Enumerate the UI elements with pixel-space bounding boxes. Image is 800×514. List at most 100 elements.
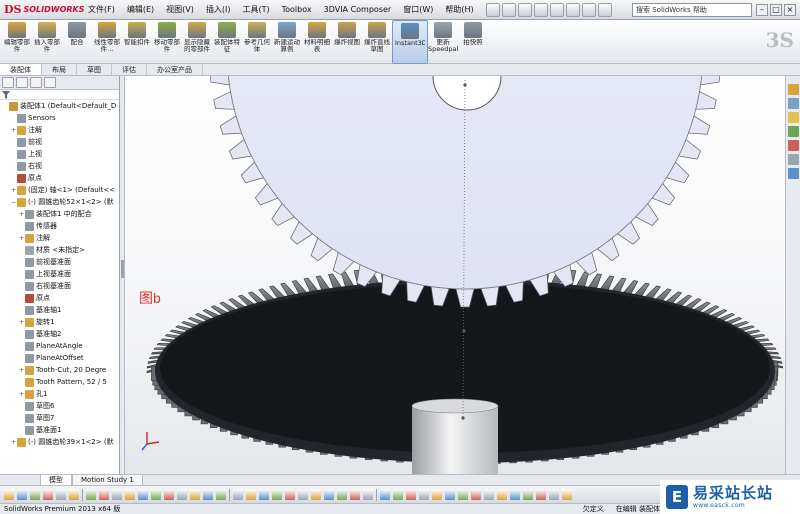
command-button[interactable]: 材料明细表 [302, 20, 332, 64]
design-library-icon[interactable] [787, 98, 799, 109]
sketch-tool-icon[interactable] [497, 489, 507, 500]
splitter-grip[interactable] [121, 260, 124, 278]
sketch-tool-icon[interactable] [17, 489, 27, 500]
file-explorer-icon[interactable] [787, 112, 799, 123]
tree-item[interactable]: + Tooth-Cut, 20 Degre [0, 364, 119, 376]
sketch-tool-icon[interactable] [177, 489, 187, 500]
sketch-tool-icon[interactable] [562, 489, 572, 500]
sketch-tool-icon[interactable] [86, 489, 96, 500]
graphics-area[interactable]: 图b [125, 76, 785, 474]
tree-item[interactable]: + 旋转1 [0, 316, 119, 328]
tree-item[interactable]: 上视 [0, 148, 119, 160]
sketch-tool-icon[interactable] [337, 489, 347, 500]
tree-item[interactable]: 基准轴2 [0, 328, 119, 340]
close-button[interactable]: × [784, 3, 796, 16]
print-icon[interactable] [533, 2, 548, 17]
sketch-tool-icon[interactable] [190, 489, 200, 500]
command-tab[interactable]: 草图 [77, 64, 112, 75]
command-button[interactable]: 拍快照 [458, 20, 488, 64]
sketch-tool-icon[interactable] [406, 489, 416, 500]
tree-item[interactable]: 上视基准面 [0, 268, 119, 280]
sketch-tool-icon[interactable] [419, 489, 429, 500]
expand-toggle-icon[interactable]: + [18, 211, 25, 218]
gear-assembly-model[interactable] [125, 76, 785, 474]
tree-item[interactable]: + 装配体1 中的配合 [0, 208, 119, 220]
command-button[interactable]: Instant3D [392, 20, 428, 64]
sketch-tool-icon[interactable] [393, 489, 403, 500]
property-manager-tab-icon[interactable] [16, 77, 28, 88]
tree-item[interactable]: 原点 [0, 172, 119, 184]
tab-model[interactable]: 模型 [40, 474, 72, 486]
rebuild-traffic-light-icon[interactable] [581, 2, 596, 17]
command-button[interactable]: 更新 Speedpak [428, 20, 458, 64]
command-button[interactable]: 参考几何体 [242, 20, 272, 64]
app-logo[interactable]: DS SOLIDWORKS [0, 0, 85, 20]
display-manager-tab-icon[interactable] [44, 77, 56, 88]
expand-toggle-icon[interactable]: − [10, 199, 17, 206]
menu-item[interactable]: 插入(I) [200, 0, 237, 20]
tree-item[interactable]: 传感器 [0, 220, 119, 232]
tree-item[interactable]: + 注解 [0, 232, 119, 244]
tree-item[interactable]: 基准轴1 [0, 304, 119, 316]
tree-item[interactable]: 前视基准面 [0, 256, 119, 268]
sketch-tool-icon[interactable] [484, 489, 494, 500]
configuration-manager-tab-icon[interactable] [30, 77, 42, 88]
command-button[interactable]: 爆炸视图 [332, 20, 362, 64]
custom-properties-icon[interactable] [787, 154, 799, 165]
command-button[interactable]: 智能扣件 [122, 20, 152, 64]
tree-filter[interactable] [0, 90, 119, 100]
view-palette-icon[interactable] [787, 126, 799, 137]
command-tab[interactable]: 布局 [42, 64, 77, 75]
sketch-tool-icon[interactable] [246, 489, 256, 500]
sketch-tool-icon[interactable] [233, 489, 243, 500]
command-button[interactable]: 配合 [62, 20, 92, 64]
sketch-tool-icon[interactable] [350, 489, 360, 500]
feature-tree-tab-icon[interactable] [2, 77, 14, 88]
sketch-tool-icon[interactable] [471, 489, 481, 500]
sketch-tool-icon[interactable] [285, 489, 295, 500]
tree-item[interactable]: 右视基准面 [0, 280, 119, 292]
tree-item[interactable]: PlaneAtAngle [0, 340, 119, 352]
sketch-tool-icon[interactable] [43, 489, 53, 500]
command-button[interactable]: 线性零部件... [92, 20, 122, 64]
expand-toggle-icon[interactable]: + [10, 439, 17, 446]
open-folder-icon[interactable] [501, 2, 516, 17]
command-button[interactable]: 插入零部件 [32, 20, 62, 64]
command-button[interactable]: 新建运动算例 [272, 20, 302, 64]
command-button[interactable]: 移动零部件 [152, 20, 182, 64]
sketch-tool-icon[interactable] [311, 489, 321, 500]
sketch-tool-icon[interactable] [445, 489, 455, 500]
tab-motion-study[interactable]: Motion Study 1 [72, 474, 143, 486]
tree-item[interactable]: − (-) 圆锥齿轮52×1<2> (默 [0, 196, 119, 208]
menu-item[interactable]: 工具(T) [236, 0, 275, 20]
tree-item[interactable]: 前视 [0, 136, 119, 148]
sketch-tool-icon[interactable] [151, 489, 161, 500]
sketch-tool-icon[interactable] [4, 489, 14, 500]
tree-item[interactable]: + 孔1 [0, 388, 119, 400]
menu-item[interactable]: 视图(V) [160, 0, 200, 20]
select-arrow-icon[interactable] [565, 2, 580, 17]
expand-toggle-icon[interactable]: + [18, 319, 25, 326]
sketch-tool-icon[interactable] [432, 489, 442, 500]
command-button[interactable]: 编辑零部件 [2, 20, 32, 64]
save-icon[interactable] [517, 2, 532, 17]
restore-button[interactable]: □ [770, 3, 782, 16]
sketch-tool-icon[interactable] [510, 489, 520, 500]
menu-item[interactable]: 3DVIA Composer [318, 0, 398, 20]
command-button[interactable]: 爆炸直线草图 [362, 20, 392, 64]
menu-item[interactable]: 帮助(H) [439, 0, 479, 20]
sketch-tool-icon[interactable] [56, 489, 66, 500]
command-button[interactable]: 显示隐藏的零部件 [182, 20, 212, 64]
tree-item[interactable]: 右视 [0, 160, 119, 172]
minimize-button[interactable]: – [756, 3, 768, 16]
sketch-tool-icon[interactable] [324, 489, 334, 500]
sketch-tool-icon[interactable] [125, 489, 135, 500]
sketch-tool-icon[interactable] [99, 489, 109, 500]
expand-toggle-icon[interactable]: + [10, 127, 17, 134]
new-document-icon[interactable] [485, 2, 500, 17]
sketch-tool-icon[interactable] [138, 489, 148, 500]
sketch-tool-icon[interactable] [549, 489, 559, 500]
sketch-tool-icon[interactable] [523, 489, 533, 500]
sketch-tool-icon[interactable] [112, 489, 122, 500]
command-button[interactable]: 装配体特征 [212, 20, 242, 64]
